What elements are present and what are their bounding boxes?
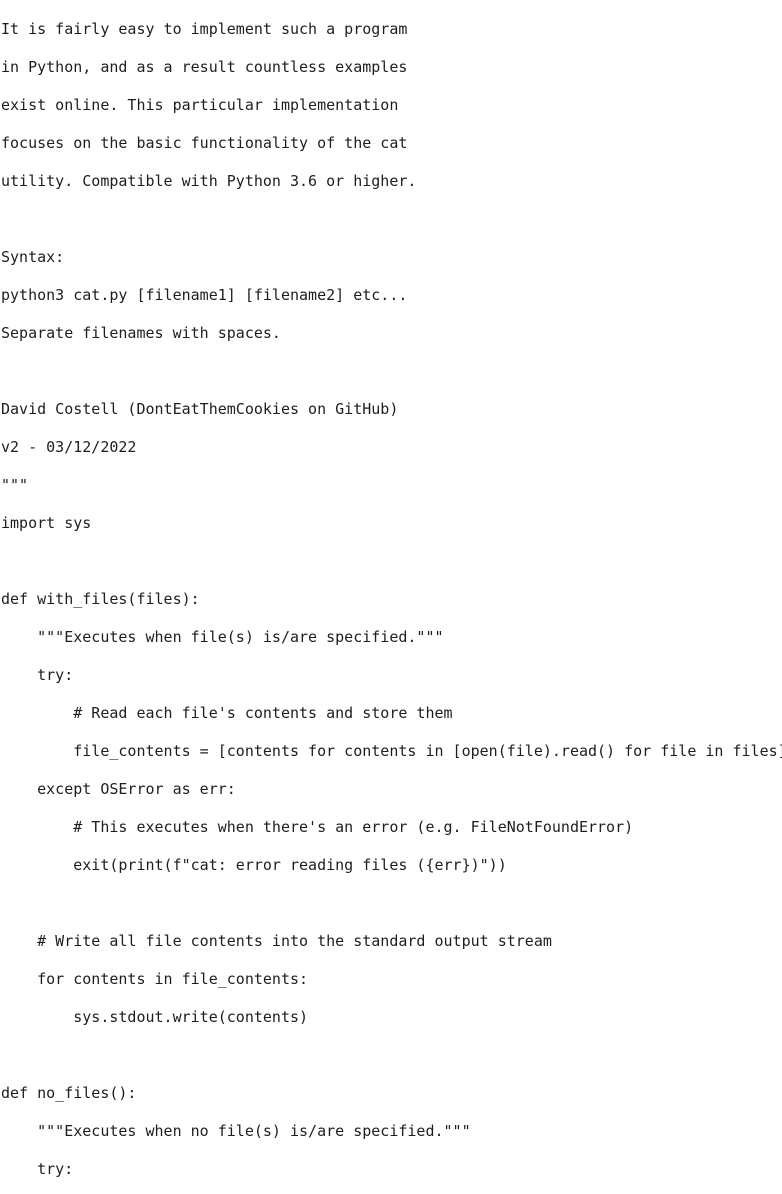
code-line: """ bbox=[1, 476, 29, 494]
code-line: It is fairly easy to implement such a pr… bbox=[1, 20, 408, 38]
code-line: file_contents = [contents for contents i… bbox=[1, 742, 782, 760]
code-line: """Executes when file(s) is/are specifie… bbox=[1, 628, 444, 646]
code-line: for contents in file_contents: bbox=[1, 970, 309, 988]
code-line: exist online. This particular implementa… bbox=[1, 96, 399, 114]
code-line: """Executes when no file(s) is/are speci… bbox=[1, 1122, 471, 1140]
code-line: Separate filenames with spaces. bbox=[1, 324, 281, 342]
code-line: try: bbox=[1, 1160, 74, 1178]
code-line: # Write all file contents into the stand… bbox=[1, 932, 552, 950]
code-line: def no_files(): bbox=[1, 1084, 137, 1102]
code-line: focuses on the basic functionality of th… bbox=[1, 134, 408, 152]
code-line: in Python, and as a result countless exa… bbox=[1, 58, 408, 76]
code-line: David Costell (DontEatThemCookies on Git… bbox=[1, 400, 399, 418]
code-line: import sys bbox=[1, 514, 92, 532]
code-line: except OSError as err: bbox=[1, 780, 236, 798]
code-line: # Read each file's contents and store th… bbox=[1, 704, 453, 722]
code-line: exit(print(f"cat: error reading files ({… bbox=[1, 856, 507, 874]
source-code-view: It is fairly easy to implement such a pr… bbox=[1, 20, 782, 1194]
code-line: utility. Compatible with Python 3.6 or h… bbox=[1, 172, 417, 190]
code-line: Syntax: bbox=[1, 248, 65, 266]
code-line: try: bbox=[1, 666, 74, 684]
code-line: # This executes when there's an error (e… bbox=[1, 818, 634, 836]
code-line: python3 cat.py [filename1] [filename2] e… bbox=[1, 286, 408, 304]
code-line: def with_files(files): bbox=[1, 590, 200, 608]
code-line: v2 - 03/12/2022 bbox=[1, 438, 137, 456]
code-line: sys.stdout.write(contents) bbox=[1, 1008, 309, 1026]
